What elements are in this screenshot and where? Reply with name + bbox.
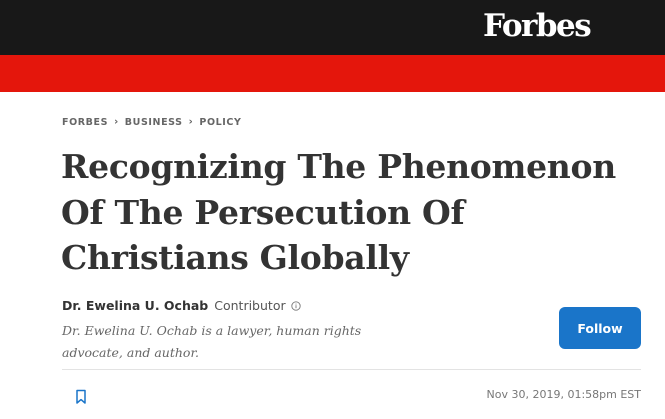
author-role: Contributor [214, 298, 286, 313]
author-name[interactable]: Dr. Ewelina U. Ochab [62, 297, 208, 315]
info-circle-icon[interactable] [290, 301, 301, 311]
article-headline: Recognizing The Phenomenon Of The Persec… [61, 147, 616, 277]
breadcrumb-forbes[interactable]: FORBES [62, 117, 108, 128]
article-header: FORBES › BUSINESS › POLICY Recognizing T… [0, 92, 665, 419]
masthead: Forbes [0, 0, 665, 55]
breadcrumb-business[interactable]: BUSINESS [125, 117, 183, 128]
breadcrumb-separator-icon: › [188, 116, 194, 128]
forbes-logo[interactable]: Forbes [483, 6, 592, 46]
red-header-band [0, 55, 665, 92]
bookmark-icon[interactable] [74, 389, 88, 405]
follow-button[interactable]: Follow [559, 307, 641, 349]
breadcrumb-separator-icon: › [114, 116, 119, 128]
breadcrumb-policy[interactable]: POLICY [199, 117, 241, 128]
divider [62, 369, 641, 370]
publish-timestamp: Nov 30, 2019, 01:58pm EST [486, 388, 642, 401]
author-bio: Dr. Ewelina U. Ochab is a lawyer, human … [62, 323, 362, 360]
byline: Dr. Ewelina U. Ochab Contributor [62, 297, 301, 315]
breadcrumb: FORBES › BUSINESS › POLICY [62, 116, 241, 129]
